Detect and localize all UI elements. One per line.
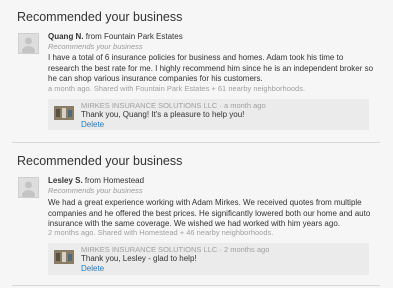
reply-time: · a month ago xyxy=(217,101,266,110)
business-logo-icon xyxy=(54,106,74,120)
review-meta: 2 months ago. Shared with Homestead + 46… xyxy=(48,228,274,237)
delete-reply-link[interactable]: Delete xyxy=(81,120,104,129)
business-reply: MIRKES INSURANCE SOLUTIONS LLC · 2 month… xyxy=(48,243,369,275)
recommends-label: Recommends your business xyxy=(48,186,143,195)
review-author: Quang N. from Fountain Park Estates xyxy=(48,32,183,41)
recommends-label: Recommends your business xyxy=(48,42,143,51)
author-location: from Homestead xyxy=(84,176,145,185)
review-body: We had a great experience working with A… xyxy=(48,198,371,229)
author-name[interactable]: Lesley S. xyxy=(48,176,83,185)
review-author: Lesley S. from Homestead xyxy=(48,176,144,185)
review-body: I have a total of 6 insurance policies f… xyxy=(48,53,374,84)
divider xyxy=(12,142,380,143)
reply-time: · 2 months ago xyxy=(217,245,270,254)
user-placeholder-icon[interactable] xyxy=(18,33,39,54)
section-title: Recommended your business xyxy=(17,154,183,168)
reply-business-name[interactable]: MIRKES INSURANCE SOLUTIONS LLC xyxy=(81,245,217,254)
business-logo-icon xyxy=(54,250,74,264)
reply-text: Thank you, Lesley - glad to help! xyxy=(81,254,197,263)
reply-business: MIRKES INSURANCE SOLUTIONS LLC · 2 month… xyxy=(81,245,269,254)
reply-business: MIRKES INSURANCE SOLUTIONS LLC · a month… xyxy=(81,101,266,110)
divider xyxy=(12,285,380,286)
author-location: from Fountain Park Estates xyxy=(85,32,183,41)
author-name[interactable]: Quang N. xyxy=(48,32,84,41)
delete-reply-link[interactable]: Delete xyxy=(81,264,104,273)
review-meta: a month ago. Shared with Fountain Park E… xyxy=(48,84,306,93)
business-reply: MIRKES INSURANCE SOLUTIONS LLC · a month… xyxy=(48,99,369,130)
reply-business-name[interactable]: MIRKES INSURANCE SOLUTIONS LLC xyxy=(81,101,217,110)
user-placeholder-icon[interactable] xyxy=(18,177,39,198)
reply-text: Thank you, Quang! It's a pleasure to hel… xyxy=(81,110,245,119)
section-title: Recommended your business xyxy=(17,10,183,24)
